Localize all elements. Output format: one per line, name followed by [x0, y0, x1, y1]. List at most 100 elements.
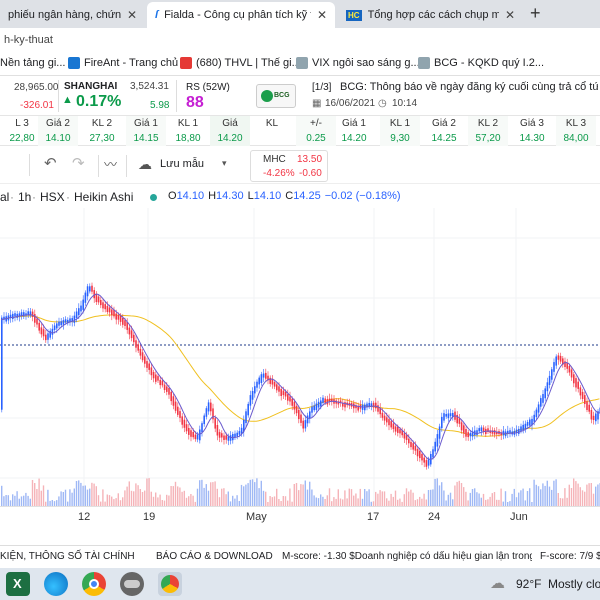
volume-bar — [159, 494, 161, 506]
volume-bar — [108, 495, 111, 506]
price-chart[interactable] — [0, 208, 600, 506]
volume-bar — [364, 489, 366, 506]
volume-bar — [441, 482, 443, 506]
close-icon[interactable]: ✕ — [127, 8, 137, 22]
app-icon[interactable] — [120, 572, 144, 596]
volume-bar — [408, 491, 410, 506]
volume-bar — [478, 493, 480, 506]
separator-dot: · — [32, 190, 36, 204]
volume-bar — [438, 485, 441, 506]
volume-bar — [84, 485, 86, 506]
volume-bar — [463, 487, 465, 506]
volume-bar — [471, 489, 474, 506]
volume-bar — [355, 493, 357, 506]
volume-bar — [137, 485, 139, 506]
volume-bar — [102, 489, 104, 506]
volume-bar — [243, 486, 245, 506]
index-percent: 0.17% — [76, 93, 122, 110]
column-header: L 3 — [15, 118, 29, 129]
volume-bar — [317, 498, 320, 506]
chevron-down-icon[interactable]: ▾ — [222, 158, 227, 169]
weather-desc: Mostly cloudy — [548, 577, 600, 591]
tab-financial[interactable]: KIỆN, THÔNG SỐ TÀI CHÍNH — [0, 551, 135, 562]
volume-bar — [234, 498, 236, 506]
browser-tab-bar: phiếu ngân hàng, chứng khoá ✕ ſ Fialda -… — [0, 0, 600, 28]
undo-icon[interactable]: ↶ — [44, 154, 57, 172]
redo-icon[interactable]: ↷ — [72, 154, 85, 172]
volume-bar — [456, 481, 458, 506]
volume-bar — [313, 495, 315, 506]
volume-bar — [344, 490, 346, 506]
volume-bar — [86, 489, 89, 506]
column-header: KL 3 — [565, 118, 587, 129]
fireant-icon — [68, 57, 80, 69]
volume-bar — [183, 490, 185, 506]
volume-bar — [139, 489, 141, 506]
volume-bar — [513, 488, 515, 506]
volume-bar — [122, 497, 124, 506]
cell-value: 0.25 — [306, 133, 326, 144]
volume-bar — [454, 485, 456, 506]
address-bar[interactable]: h-ky-thuat — [0, 28, 600, 52]
volume-bar — [381, 491, 383, 506]
volume-bar — [581, 490, 584, 506]
indicators-icon[interactable]: 〰 — [104, 154, 117, 173]
column-header: Giá 2 — [46, 118, 70, 129]
toolbar-divider — [98, 155, 99, 177]
save-template-button[interactable]: Lưu mẫu — [160, 158, 204, 170]
compare-symbol-box[interactable]: MHC 13.50 -4.26% -0.60 — [250, 150, 328, 182]
tab-reports[interactable]: BÁO CÁO & DOWNLOAD — [156, 551, 273, 562]
weather-temp: 92°F — [516, 577, 542, 591]
ohlc-values: O 14.10 H 14.30 L 14.10 C 14.25 −0.02 (−0.18… — [168, 190, 401, 202]
volume-bar — [399, 498, 401, 506]
volume-bar — [95, 486, 97, 506]
volume-bar — [416, 499, 419, 506]
bookmark-item[interactable]: FireAnt - Trang chủ — [68, 57, 178, 69]
volume-bar — [487, 499, 489, 506]
excel-icon[interactable]: X — [6, 572, 30, 596]
chart-toolbar: ↶ ↷ 〰 ☁ Lưu mẫu ▾ MHC 13.50 -4.26% -0.60 — [0, 146, 600, 184]
close-icon[interactable]: ✕ — [505, 8, 515, 22]
browser-tab-3[interactable]: HC Tổng hợp các cách chụp màn hìn ✕ — [338, 2, 523, 28]
volume-bar — [177, 486, 179, 506]
volume-bar — [557, 493, 559, 506]
bookmark-item[interactable]: (680) THVL | Thế gi... — [180, 57, 301, 69]
volume-bar — [278, 499, 280, 506]
volume-bar — [1, 485, 3, 506]
volume-bar — [306, 489, 309, 506]
volume-bar — [436, 478, 438, 506]
volume-bar — [221, 488, 223, 506]
new-tab-plus-icon[interactable]: + — [530, 3, 541, 24]
chrome-icon[interactable] — [82, 572, 106, 596]
volume-bar — [232, 495, 234, 506]
column-header: +/- — [310, 118, 322, 129]
edge-icon[interactable] — [44, 572, 68, 596]
volume-bar — [124, 490, 126, 506]
browser-tab-2[interactable]: ſ Fialda - Công cụ phân tích kỹ thuậ ✕ — [147, 2, 335, 28]
volume-bar — [504, 491, 507, 506]
volume-bar — [282, 496, 284, 506]
tab-title: phiếu ngân hàng, chứng khoá — [8, 9, 121, 21]
bookmark-item[interactable]: BCG - KQKD quý I.2... — [418, 57, 544, 69]
volume-bar — [223, 488, 225, 506]
bookmark-item[interactable]: VIX ngôi sao sáng g... — [296, 57, 420, 69]
volume-bar — [170, 486, 172, 506]
volume-bar — [247, 483, 249, 506]
volume-bar — [256, 478, 258, 506]
weather-cloud-icon: ☁ — [490, 575, 505, 592]
browser-tab-1[interactable]: phiếu ngân hàng, chứng khoá ✕ — [0, 2, 145, 28]
news-title[interactable]: BCG: Thông báo về ngày đăng ký cuối cùng… — [340, 81, 598, 93]
symbol-price: 13.50 — [297, 154, 323, 165]
chrome-active-icon[interactable] — [158, 572, 182, 596]
index-value: 28,965.00 — [14, 82, 59, 93]
volume-bar — [93, 483, 95, 506]
volume-bar — [192, 495, 194, 506]
bookmark-item[interactable]: Nền tảng gi... — [0, 57, 65, 69]
volume-bar — [460, 483, 463, 506]
time-axis: 12 19 May 17 24 Jun — [0, 506, 600, 528]
close-icon[interactable]: ✕ — [317, 8, 327, 22]
fscore-text: F-score: 7/9 $ — [540, 551, 600, 562]
volume-bar — [196, 488, 199, 506]
volume-bar — [577, 483, 579, 506]
cloud-icon[interactable]: ☁ — [138, 156, 152, 173]
